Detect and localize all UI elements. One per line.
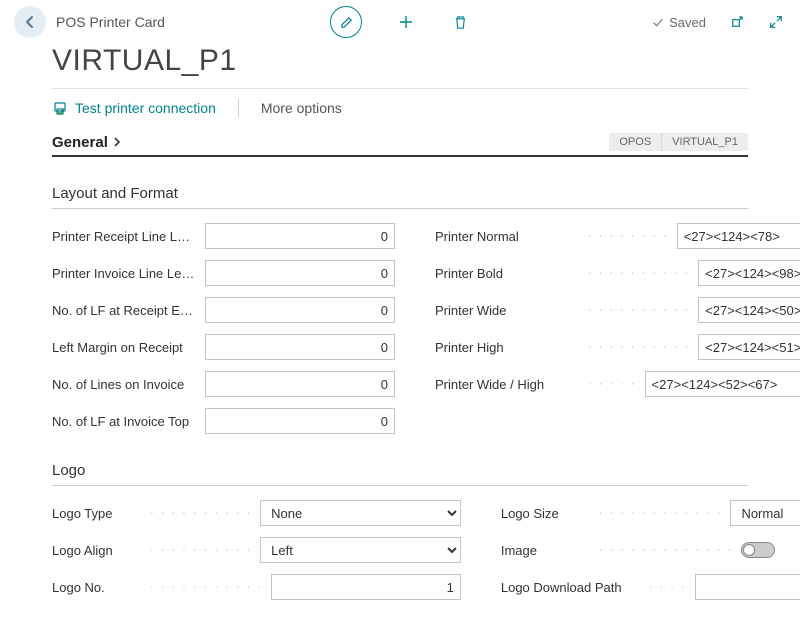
lf-at-invoice-top-input[interactable] [205, 408, 395, 434]
lines-on-invoice-input[interactable] [205, 371, 395, 397]
logo-no-label: Logo No. [52, 580, 142, 595]
tag-opos: OPOS [609, 133, 661, 151]
page-type-label: POS Printer Card [56, 14, 165, 30]
top-center-actions [330, 6, 470, 38]
printer-normal-input[interactable] [677, 223, 800, 249]
image-label: Image [501, 543, 591, 558]
back-button[interactable] [14, 6, 46, 38]
popout-icon [729, 15, 744, 30]
layout-format-heading: Layout and Format [52, 185, 748, 209]
expand-icon [769, 15, 783, 29]
edit-button[interactable] [330, 6, 362, 38]
arrow-left-icon [22, 14, 38, 30]
printer-normal-label: Printer Normal [435, 229, 580, 244]
page-title: VIRTUAL_P1 [0, 40, 800, 88]
left-margin-on-receipt-input[interactable] [205, 334, 395, 360]
delete-button[interactable] [450, 12, 470, 32]
printer-check-icon [52, 100, 68, 116]
plus-icon [398, 14, 414, 30]
saved-label: Saved [669, 15, 706, 30]
lines-on-invoice-label: No. of Lines on Invoice [52, 377, 197, 392]
printer-high-label: Printer High [435, 340, 580, 355]
printer-invoice-line-length-label: Printer Invoice Line Le… [52, 266, 197, 281]
printer-receipt-line-length-label: Printer Receipt Line L… [52, 229, 197, 244]
general-heading: General [52, 134, 108, 151]
printer-high-input[interactable] [698, 334, 800, 360]
printer-receipt-line-length-input[interactable] [205, 223, 395, 249]
logo-size-label: Logo Size [501, 506, 591, 521]
test-printer-connection-label: Test printer connection [75, 100, 216, 116]
logo-download-path-label: Logo Download Path [501, 580, 641, 595]
lf-at-receipt-end-input[interactable] [205, 297, 395, 323]
logo-size-select[interactable]: Normal [730, 500, 800, 526]
top-bar: POS Printer Card Saved [0, 0, 800, 40]
general-section-header[interactable]: General OPOS VIRTUAL_P1 [52, 133, 748, 157]
logo-type-label: Logo Type [52, 506, 142, 521]
logo-type-select[interactable]: None [260, 500, 461, 526]
printer-wide-label: Printer Wide [435, 303, 580, 318]
left-margin-on-receipt-label: Left Margin on Receipt [52, 340, 197, 355]
saved-indicator: Saved [651, 15, 706, 30]
logo-align-select[interactable]: Left [260, 537, 461, 563]
action-separator [238, 99, 239, 117]
lf-at-receipt-end-label: No. of LF at Receipt E… [52, 303, 197, 318]
expand-button[interactable] [766, 12, 786, 32]
image-toggle[interactable] [741, 542, 775, 558]
logo-download-path-input[interactable] [695, 574, 800, 600]
lf-at-invoice-top-label: No. of LF at Invoice Top [52, 414, 197, 429]
action-bar: Test printer connection More options [0, 89, 800, 127]
printer-wide-high-label: Printer Wide / High [435, 377, 580, 392]
chevron-right-icon [112, 136, 122, 148]
test-printer-connection-action[interactable]: Test printer connection [52, 100, 216, 116]
pencil-icon [339, 15, 354, 30]
printer-wide-high-input[interactable] [645, 371, 800, 397]
printer-wide-input[interactable] [698, 297, 800, 323]
printer-invoice-line-length-input[interactable] [205, 260, 395, 286]
layout-format-group: Printer Receipt Line L… Printer Invoice … [52, 223, 748, 434]
logo-align-label: Logo Align [52, 543, 142, 558]
check-icon [651, 16, 664, 29]
top-right-actions: Saved [651, 12, 786, 32]
popout-button[interactable] [726, 12, 746, 32]
printer-bold-label: Printer Bold [435, 266, 580, 281]
general-tags: OPOS VIRTUAL_P1 [609, 133, 748, 151]
trash-icon [453, 15, 468, 30]
new-button[interactable] [396, 12, 416, 32]
logo-heading: Logo [52, 462, 748, 486]
more-options-action[interactable]: More options [261, 100, 342, 116]
tag-virtual-p1: VIRTUAL_P1 [661, 133, 748, 151]
logo-no-input[interactable] [271, 574, 461, 600]
logo-group: Logo Type · · · · · · · · · · None Logo … [52, 500, 748, 600]
printer-bold-input[interactable] [698, 260, 800, 286]
